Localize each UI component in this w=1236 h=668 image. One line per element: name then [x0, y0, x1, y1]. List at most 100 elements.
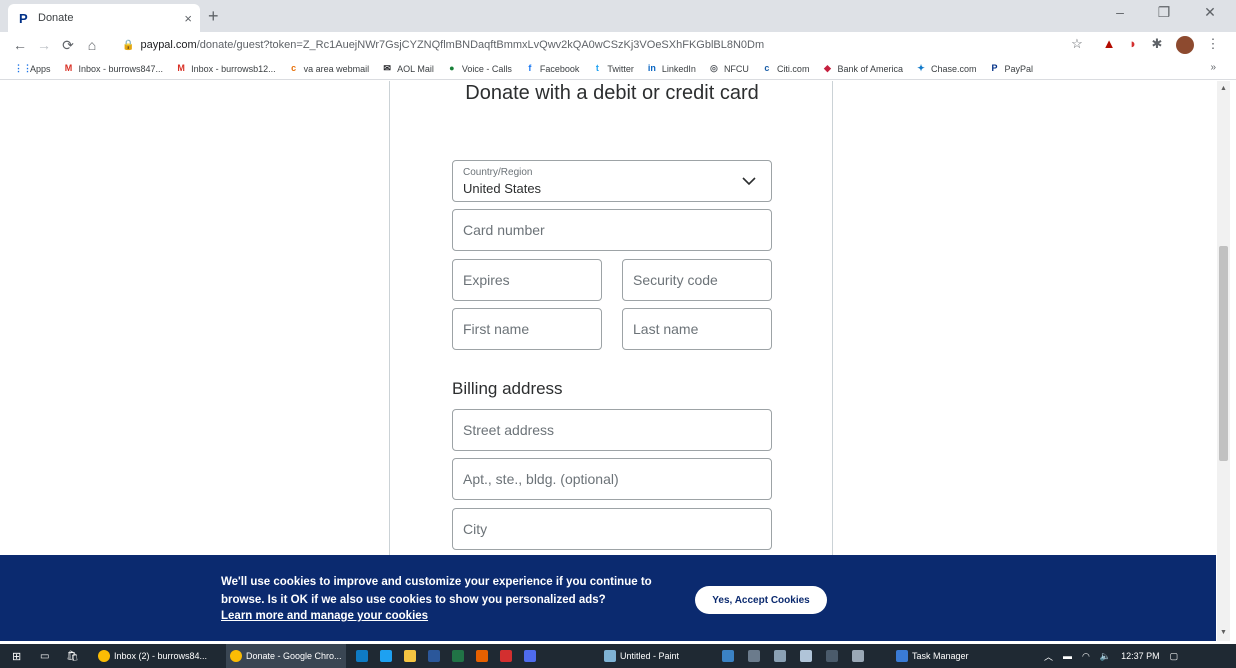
gmail-icon: M	[177, 63, 185, 73]
back-arrow-icon[interactable]: ←	[8, 37, 32, 53]
profile-avatar[interactable]	[1176, 36, 1194, 54]
taskbar-item-paint[interactable]: Untitled - Paint	[604, 644, 714, 668]
chrome-icon	[98, 650, 110, 662]
ie-icon[interactable]	[380, 650, 392, 662]
bookmark-label: va area webmail	[303, 63, 370, 74]
store-icon[interactable]: 🛍	[66, 644, 79, 668]
windows-start-icon[interactable]: ⊞	[12, 644, 21, 668]
bookmark-item[interactable]: P PayPal	[989, 63, 1034, 74]
bookmark-item[interactable]: ⋮⋮ Apps	[14, 63, 51, 74]
last-name-field[interactable]: Last name	[622, 308, 772, 350]
tab-title: Donate	[38, 12, 74, 24]
donate-form-card: Donate with a debit or credit card Count…	[389, 81, 833, 555]
bookmark-item[interactable]: ◎ NFCU	[708, 63, 749, 74]
taskbar-item-inbox[interactable]: Inbox (2) - burrows84...	[98, 644, 222, 668]
card-number-field[interactable]: Card number	[452, 209, 772, 251]
extensions-puzzle-icon[interactable]: ✱	[1148, 36, 1166, 54]
scroll-down-arrow-icon[interactable]: ▼	[1220, 629, 1227, 636]
volume-icon[interactable]: 🔈	[1100, 651, 1111, 662]
manage-cookies-link[interactable]: Learn more and manage your cookies	[221, 610, 428, 622]
taskbar-item-label: Untitled - Paint	[620, 651, 680, 661]
first-name-field[interactable]: First name	[452, 308, 602, 350]
app-icon[interactable]	[722, 650, 734, 662]
bookmark-label: Chase.com	[930, 63, 977, 74]
voice-icon: ●	[449, 63, 455, 73]
app-icon[interactable]	[852, 650, 864, 662]
system-tray: ︿ ▬ ◠ 🔈 12:37 PM ▢	[1044, 644, 1188, 668]
tab-close-icon[interactable]: ×	[184, 11, 192, 26]
notifications-icon[interactable]: ▢	[1170, 651, 1179, 662]
bookmarks-bar: ⋮⋮ Apps M Inbox - burrows847... M Inbox - b…	[0, 58, 1236, 80]
security-code-field[interactable]: Security code	[622, 259, 772, 301]
bookmark-item[interactable]: M Inbox - burrowsb12...	[175, 63, 275, 74]
lock-icon: 🔒	[122, 39, 135, 51]
pocket-extension-icon[interactable]: ◗	[1124, 36, 1142, 54]
tray-chevron-icon[interactable]: ︿	[1044, 650, 1053, 663]
browser-menu-icon[interactable]: ⋮	[1204, 36, 1222, 54]
bookmark-item[interactable]: c va area webmail	[288, 63, 370, 74]
word-icon[interactable]	[428, 650, 440, 662]
bookmark-item[interactable]: M Inbox - burrows847...	[63, 63, 163, 74]
country-select[interactable]: Country/Region United States	[452, 160, 772, 202]
calendar-icon[interactable]	[524, 650, 536, 662]
close-window-button[interactable]: ✕	[1190, 4, 1230, 21]
taskbar-item-label: Inbox (2) - burrows84...	[114, 651, 208, 661]
app-icon[interactable]	[774, 650, 786, 662]
excel-icon[interactable]	[452, 650, 464, 662]
app-icon[interactable]	[800, 650, 812, 662]
bookmark-item[interactable]: t Twitter	[591, 63, 634, 74]
bookmark-label: Facebook	[539, 63, 580, 74]
aol-icon: ✉	[383, 63, 391, 73]
acrobat-icon[interactable]	[500, 650, 512, 662]
app-icon[interactable]	[748, 650, 760, 662]
chevron-down-icon	[742, 177, 756, 186]
gmail-icon: M	[64, 63, 73, 73]
street-address-field[interactable]: Street address	[452, 409, 772, 451]
bookmark-label: Citi.com	[776, 63, 810, 74]
page-viewport: Donate with a debit or credit card Count…	[0, 81, 1236, 555]
bookmark-item[interactable]: in LinkedIn	[646, 63, 696, 74]
taskbar-item-task-manager[interactable]: Task Manager	[896, 644, 996, 668]
minimize-button[interactable]: –	[1100, 4, 1140, 20]
bookmark-item[interactable]: ✦ Chase.com	[915, 63, 977, 74]
bookmark-item[interactable]: ✉ AOL Mail	[381, 63, 433, 74]
acrobat-extension-icon[interactable]: ▲	[1100, 36, 1118, 54]
clock[interactable]: 12:37 PM	[1121, 651, 1160, 661]
url-host: paypal.com	[140, 39, 197, 51]
url-path: /donate/guest?token=Z_Rc1AuejNWr7GsjCYZN…	[196, 39, 765, 51]
forward-arrow-icon[interactable]: →	[32, 37, 56, 53]
bookmarks-overflow-icon[interactable]: »	[1210, 62, 1216, 73]
paypal-icon: P	[991, 63, 998, 73]
file-explorer-icon[interactable]	[404, 650, 416, 662]
app-icon[interactable]	[826, 650, 838, 662]
scroll-up-arrow-icon[interactable]: ▲	[1220, 85, 1227, 92]
bookmark-item[interactable]: f Facebook	[524, 63, 580, 74]
accept-cookies-button[interactable]: Yes, Accept Cookies	[695, 586, 827, 614]
edge-icon[interactable]	[356, 650, 368, 662]
reload-icon[interactable]: ⟳	[56, 37, 80, 54]
restore-button[interactable]: ❐	[1144, 4, 1184, 21]
page-scrollbar[interactable]: ▲ ▼	[1217, 81, 1230, 641]
star-bookmark-icon[interactable]: ☆	[1068, 36, 1086, 54]
scrollbar-thumb[interactable]	[1219, 246, 1228, 461]
browser-tab-donate[interactable]: P Donate ×	[8, 4, 200, 32]
home-icon[interactable]: ⌂	[80, 37, 104, 53]
linkedin-icon: in	[647, 63, 656, 73]
bookmark-item[interactable]: c Citi.com	[761, 63, 810, 74]
taskbar-item-label: Task Manager	[912, 651, 969, 661]
bookmark-item[interactable]: ● Voice - Calls	[446, 63, 512, 74]
apt-field[interactable]: Apt., ste., bldg. (optional)	[452, 458, 772, 500]
task-view-icon[interactable]: ▭	[40, 644, 49, 668]
taskbar-item-donate[interactable]: Donate - Google Chro...	[226, 644, 346, 668]
form-heading: Donate with a debit or credit card	[465, 82, 759, 104]
address-bar[interactable]: 🔒 paypal.com /donate/guest?token=Z_Rc1Au…	[122, 35, 764, 55]
new-tab-button[interactable]: +	[208, 6, 219, 27]
bookmark-item[interactable]: ◆ Bank of America	[821, 63, 903, 74]
expires-field[interactable]: Expires	[452, 259, 602, 301]
firefox-icon[interactable]	[476, 650, 488, 662]
city-field[interactable]: City	[452, 508, 772, 550]
wifi-icon[interactable]: ◠	[1082, 651, 1090, 662]
webmail-icon: c	[291, 63, 297, 73]
battery-icon[interactable]: ▬	[1063, 651, 1072, 661]
bookmark-label: Twitter	[607, 63, 634, 74]
